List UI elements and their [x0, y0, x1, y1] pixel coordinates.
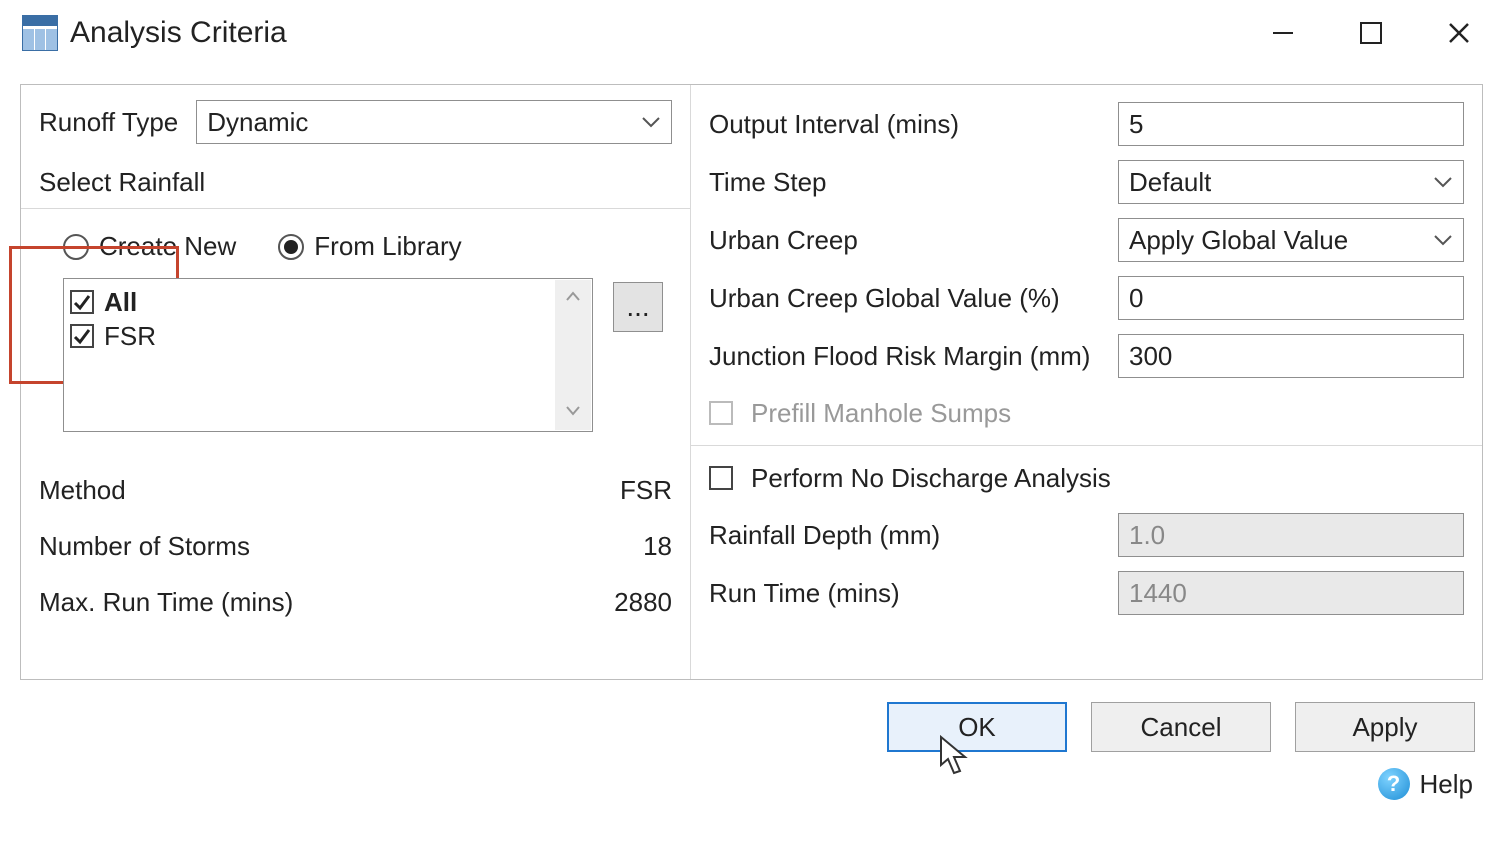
- scroll-up-icon[interactable]: [564, 286, 582, 309]
- scrollbar[interactable]: [555, 280, 591, 430]
- time-step-select[interactable]: Default: [1118, 160, 1464, 204]
- jfrm-value: 300: [1129, 341, 1172, 372]
- rainfall-depth-label: Rainfall Depth (mm): [709, 520, 1118, 551]
- rainfall-depth-input: 1.0: [1118, 513, 1464, 557]
- help-label[interactable]: Help: [1420, 769, 1473, 800]
- scroll-down-icon[interactable]: [564, 401, 582, 424]
- rainfall-stats: Method FSR Number of Storms 18 Max. Run …: [39, 462, 672, 630]
- ok-button[interactable]: OK: [887, 702, 1067, 752]
- radio-create-new[interactable]: Create New: [63, 231, 236, 262]
- maxrun-label: Max. Run Time (mins): [39, 587, 592, 618]
- ucgv-value: 0: [1129, 283, 1143, 314]
- jfrm-input[interactable]: 300: [1118, 334, 1464, 378]
- list-item[interactable]: FSR: [70, 319, 586, 353]
- runtime-label: Run Time (mins): [709, 578, 1118, 609]
- list-item-label: FSR: [104, 321, 156, 352]
- method-value: FSR: [592, 475, 672, 506]
- checkbox-on-icon[interactable]: [70, 324, 94, 348]
- ucgv-input[interactable]: 0: [1118, 276, 1464, 320]
- chevron-down-icon: [1433, 233, 1453, 247]
- browse-label: ...: [626, 291, 649, 323]
- cancel-label: Cancel: [1141, 712, 1222, 743]
- time-step-value: Default: [1129, 167, 1211, 198]
- output-interval-input[interactable]: 5: [1118, 102, 1464, 146]
- dialog-buttons: OK Cancel Apply: [0, 680, 1503, 752]
- library-area: All FSR ...: [39, 278, 672, 432]
- runoff-type-value: Dynamic: [207, 107, 308, 138]
- urban-creep-value: Apply Global Value: [1129, 225, 1348, 256]
- cancel-button[interactable]: Cancel: [1091, 702, 1271, 752]
- no-discharge-label: Perform No Discharge Analysis: [751, 463, 1111, 494]
- window-controls: [1239, 0, 1503, 66]
- apply-label: Apply: [1352, 712, 1417, 743]
- storms-value: 18: [592, 531, 672, 562]
- close-button[interactable]: [1415, 0, 1503, 66]
- window-title: Analysis Criteria: [70, 16, 287, 50]
- runtime-input: 1440: [1118, 571, 1464, 615]
- chevron-down-icon: [641, 115, 661, 129]
- help-row: ? Help: [0, 752, 1503, 800]
- rainfall-source-radios: Create New From Library: [39, 209, 672, 278]
- runoff-type-label: Runoff Type: [39, 107, 178, 138]
- urban-creep-label: Urban Creep: [709, 225, 1118, 256]
- right-panel: Output Interval (mins) 5 Time Step Defau…: [691, 85, 1482, 679]
- time-step-label: Time Step: [709, 167, 1118, 198]
- output-interval-label: Output Interval (mins): [709, 109, 1118, 140]
- no-discharge-row[interactable]: Perform No Discharge Analysis: [709, 450, 1464, 506]
- minimize-button[interactable]: [1239, 0, 1327, 66]
- prefill-label: Prefill Manhole Sumps: [751, 398, 1011, 429]
- output-interval-value: 5: [1129, 109, 1143, 140]
- radio-on-icon: [278, 234, 304, 260]
- browse-library-button[interactable]: ...: [613, 282, 663, 332]
- runtime-value: 1440: [1129, 578, 1187, 609]
- radio-from-library[interactable]: From Library: [278, 231, 461, 262]
- app-icon: [22, 15, 58, 51]
- ucgv-label: Urban Creep Global Value (%): [709, 283, 1118, 314]
- apply-button[interactable]: Apply: [1295, 702, 1475, 752]
- maxrun-value: 2880: [592, 587, 672, 618]
- chevron-down-icon: [1433, 175, 1453, 189]
- main-panels: Runoff Type Dynamic Select Rainfall Crea…: [20, 84, 1483, 680]
- help-icon[interactable]: ?: [1378, 768, 1410, 800]
- checkbox-off-icon: [709, 401, 733, 425]
- radio-off-icon: [63, 234, 89, 260]
- method-label: Method: [39, 475, 592, 506]
- ok-label: OK: [958, 712, 996, 743]
- storms-label: Number of Storms: [39, 531, 592, 562]
- select-rainfall-label: Select Rainfall: [39, 149, 672, 208]
- rainfall-library-list[interactable]: All FSR: [63, 278, 593, 432]
- radio-create-new-label: Create New: [99, 231, 236, 262]
- runoff-type-select[interactable]: Dynamic: [196, 100, 672, 144]
- list-item[interactable]: All: [70, 285, 586, 319]
- title-bar: Analysis Criteria: [0, 0, 1503, 66]
- left-panel: Runoff Type Dynamic Select Rainfall Crea…: [21, 85, 691, 679]
- rainfall-depth-value: 1.0: [1129, 520, 1165, 551]
- jfrm-label: Junction Flood Risk Margin (mm): [709, 341, 1118, 372]
- prefill-manhole-row: Prefill Manhole Sumps: [709, 385, 1464, 441]
- maximize-button[interactable]: [1327, 0, 1415, 66]
- radio-from-library-label: From Library: [314, 231, 461, 262]
- checkbox-off-icon[interactable]: [709, 466, 733, 490]
- list-item-label: All: [104, 287, 137, 318]
- checkbox-on-icon[interactable]: [70, 290, 94, 314]
- divider: [691, 445, 1482, 446]
- urban-creep-select[interactable]: Apply Global Value: [1118, 218, 1464, 262]
